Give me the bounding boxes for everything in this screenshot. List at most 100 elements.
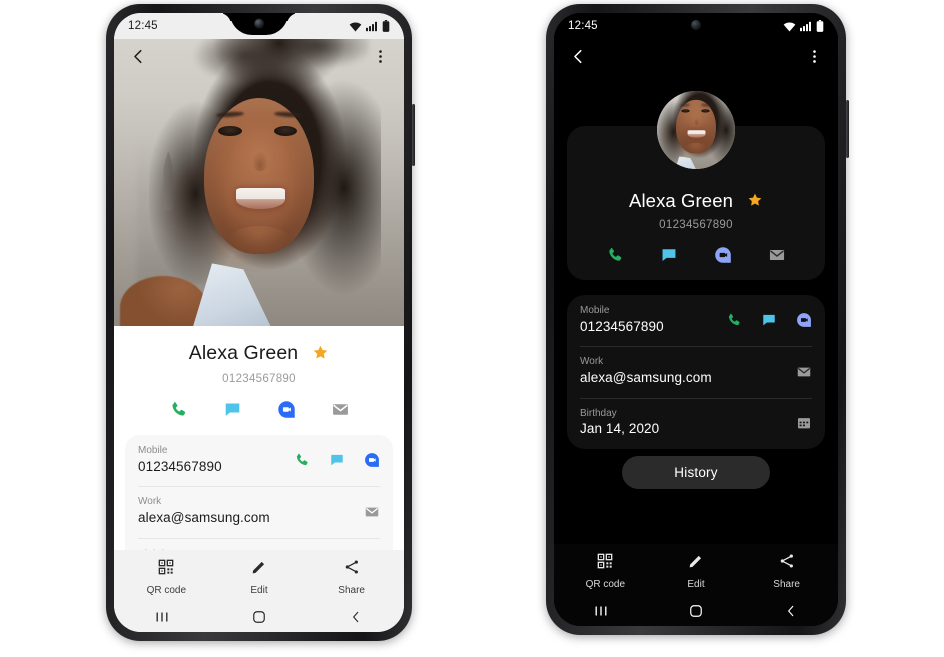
- mail-icon[interactable]: [796, 364, 812, 380]
- duo-video-icon[interactable]: [696, 246, 750, 264]
- photo-nose: [251, 150, 268, 172]
- detail-actions: [356, 504, 380, 520]
- share-button[interactable]: Share: [320, 559, 384, 596]
- back-arrow-icon[interactable]: [567, 45, 589, 67]
- detail-value: 01234567890: [580, 318, 664, 334]
- screen-dark-mode: 12:45 Alexa Green 01234567890 Mobile 012…: [554, 13, 838, 626]
- duo-video-icon[interactable]: [796, 312, 812, 328]
- detail-actions: [286, 452, 380, 468]
- detail-value: alexa@samsung.com: [138, 509, 270, 525]
- contact-number: 01234567890: [222, 373, 296, 385]
- detail-label: Work: [580, 356, 604, 368]
- phone-icon[interactable]: [726, 312, 742, 328]
- quick-actions-row: [114, 400, 404, 419]
- detail-text: Birthday Jan 14, 2020: [580, 407, 788, 439]
- front-camera-icon: [253, 18, 265, 29]
- qr-code-button[interactable]: QR code: [134, 559, 198, 596]
- qr-code-icon: [158, 559, 174, 580]
- detail-label: Work: [138, 496, 162, 508]
- battery-icon: [816, 20, 824, 32]
- detail-value: Jan 14, 2020: [580, 421, 660, 437]
- message-icon[interactable]: [642, 246, 696, 264]
- duo-video-icon[interactable]: [364, 452, 380, 468]
- star-icon[interactable]: [312, 344, 329, 364]
- contact-name-row: Alexa Green: [114, 326, 404, 365]
- pencil-icon: [251, 559, 267, 580]
- detail-row-mobile[interactable]: Mobile 01234567890: [567, 295, 825, 346]
- avatar[interactable]: [657, 91, 735, 169]
- photo-eye-right: [273, 125, 297, 136]
- detail-label: Mobile: [580, 305, 610, 316]
- app-bar: [114, 39, 404, 73]
- power-button[interactable]: [846, 100, 849, 158]
- photo-eye-left: [218, 125, 242, 136]
- edit-button[interactable]: Edit: [664, 553, 728, 590]
- power-button[interactable]: [412, 104, 415, 166]
- share-label: Share: [338, 585, 365, 596]
- contact-name: Alexa Green: [188, 342, 299, 364]
- phone-icon[interactable]: [588, 246, 642, 264]
- message-icon[interactable]: [761, 312, 777, 328]
- qr-code-label: QR code: [146, 585, 187, 596]
- back-arrow-icon[interactable]: [127, 45, 149, 67]
- wifi-icon: [783, 21, 796, 32]
- star-icon[interactable]: [747, 192, 763, 211]
- share-icon: [779, 553, 795, 574]
- qr-code-icon: [597, 553, 613, 574]
- detail-row-work-email[interactable]: Work alexa@samsung.com: [567, 346, 825, 397]
- calendar-icon[interactable]: [796, 415, 812, 431]
- back-icon[interactable]: [328, 604, 384, 630]
- phone-device-dark: 12:45 Alexa Green 01234567890 Mobile 012…: [546, 4, 849, 635]
- status-clock: 12:45: [568, 20, 598, 32]
- recents-icon[interactable]: [573, 598, 629, 624]
- mail-icon[interactable]: [313, 400, 367, 419]
- edit-button[interactable]: Edit: [227, 559, 291, 596]
- detail-text: Mobile 01234567890: [580, 304, 718, 336]
- qr-code-button[interactable]: QR code: [573, 553, 637, 590]
- detail-row-mobile[interactable]: Mobile 01234567890: [125, 435, 393, 486]
- contact-details-list: Mobile 01234567890 Work alexa@samsung.co…: [567, 295, 825, 450]
- history-button-wrap: History: [554, 456, 838, 489]
- back-icon[interactable]: [763, 598, 819, 624]
- mail-icon[interactable]: [750, 246, 804, 264]
- wifi-icon: [349, 21, 362, 32]
- more-options-icon[interactable]: [369, 45, 391, 67]
- battery-icon: [382, 20, 390, 32]
- detail-row-birthday[interactable]: Birthday Jan 14, 2020: [567, 397, 825, 449]
- home-icon[interactable]: [231, 604, 287, 630]
- detail-text: Work alexa@samsung.com: [580, 355, 788, 387]
- share-icon: [344, 559, 360, 580]
- message-icon[interactable]: [205, 400, 259, 419]
- signal-icon: [800, 21, 812, 32]
- detail-text: Work alexa@samsung.com: [138, 495, 356, 527]
- message-icon[interactable]: [329, 452, 345, 468]
- qr-code-label: QR code: [585, 579, 626, 590]
- pencil-icon: [688, 553, 704, 574]
- share-button[interactable]: Share: [755, 553, 819, 590]
- photo-smile: [235, 188, 286, 209]
- system-nav-bar: [114, 602, 404, 632]
- edit-label: Edit: [687, 579, 705, 590]
- share-label: Share: [773, 579, 800, 590]
- signal-icon: [366, 21, 378, 32]
- more-options-icon[interactable]: [803, 45, 825, 67]
- detail-actions: [788, 415, 812, 431]
- phone-icon[interactable]: [294, 452, 310, 468]
- status-clock: 12:45: [128, 20, 158, 32]
- photo-chin: [227, 225, 291, 258]
- status-system-icons: [783, 20, 824, 32]
- front-camera-icon: [691, 20, 701, 30]
- system-nav-bar: [554, 596, 838, 626]
- recents-icon[interactable]: [134, 604, 190, 630]
- detail-row-work-email[interactable]: Work alexa@samsung.com: [125, 486, 393, 537]
- home-icon[interactable]: [668, 598, 724, 624]
- phone-icon[interactable]: [151, 400, 205, 419]
- bottom-tools: QR code Edit Share: [554, 544, 838, 596]
- detail-label: Mobile: [138, 445, 168, 456]
- avatar-photo: [657, 91, 735, 169]
- contact-name: Alexa Green: [629, 190, 733, 211]
- mail-icon[interactable]: [364, 504, 380, 520]
- duo-video-icon[interactable]: [259, 400, 313, 419]
- detail-label: Birthday: [580, 407, 617, 419]
- history-button[interactable]: History: [622, 456, 770, 489]
